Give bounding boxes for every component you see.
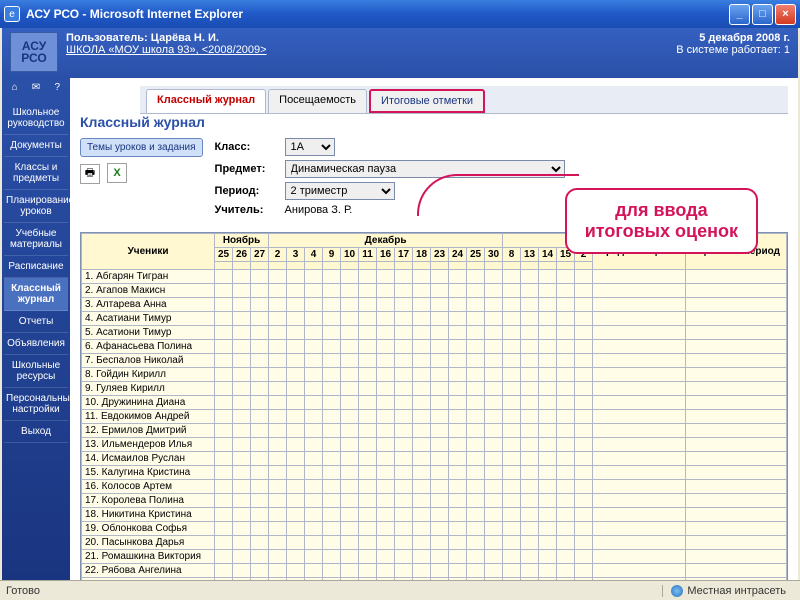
main-content: Классный журналПосещаемостьИтоговые отме… — [70, 78, 798, 580]
table-row: 5. Асатиони Тимур — [82, 326, 787, 340]
status-done: Готово — [6, 585, 40, 597]
ie-icon: e — [4, 6, 20, 22]
mail-icon[interactable]: ✉ — [28, 82, 44, 98]
help-icon[interactable]: ? — [49, 82, 65, 98]
sidebar-item[interactable]: Планирование уроков — [4, 190, 68, 223]
sidebar-item[interactable]: Расписание — [4, 256, 68, 278]
table-row: 16. Колосов Артем — [82, 480, 787, 494]
table-row: 12. Ермилов Дмитрий — [82, 424, 787, 438]
sidebar-item[interactable]: Персональные настройки — [4, 388, 68, 421]
sidebar-item[interactable]: Школьные ресурсы — [4, 355, 68, 388]
grade-grid: УченикиНоябрьДекабрь Средняя оценкаОценк… — [80, 232, 788, 580]
tabs: Классный журналПосещаемостьИтоговые отме… — [140, 86, 788, 114]
page-title: Классный журнал — [80, 114, 788, 130]
app-header: АСУ РСО Пользователь: Царёва Н. И. ШКОЛА… — [2, 28, 798, 78]
table-row: 13. Ильмендеров Илья — [82, 438, 787, 452]
sidebar-item[interactable]: Отчеты — [4, 311, 68, 333]
table-row: 6. Афанасьева Полина — [82, 340, 787, 354]
table-row: 17. Королева Полина — [82, 494, 787, 508]
print-icon[interactable]: 🖶 — [80, 164, 100, 184]
period-label: Период: — [215, 185, 285, 197]
table-row: 8. Гойдин Кирилл — [82, 368, 787, 382]
table-row: 10. Дружинина Диана — [82, 396, 787, 410]
window-titlebar: e АСУ РСО - Microsoft Internet Explorer … — [0, 0, 800, 28]
sidebar-item[interactable]: Объявления — [4, 333, 68, 355]
table-row: 3. Алтарева Анна — [82, 298, 787, 312]
close-button[interactable]: × — [775, 4, 796, 25]
sidebar-item[interactable]: Выход — [4, 421, 68, 443]
table-row: 14. Исмаилов Руслан — [82, 452, 787, 466]
home-icon[interactable]: ⌂ — [7, 82, 23, 98]
table-row: 2. Агапов Макисн — [82, 284, 787, 298]
table-row: 22. Рябова Ангелина — [82, 564, 787, 578]
period-select[interactable]: 2 триместр — [285, 182, 395, 200]
annotation-callout: для ввода итоговых оценок — [565, 188, 758, 254]
app-logo: АСУ РСО — [10, 32, 58, 72]
school-link[interactable]: ШКОЛА «МОУ школа 93», <2008/2009> — [66, 44, 267, 56]
tab-final[interactable]: Итоговые отметки — [369, 89, 485, 113]
sidebar-item[interactable]: Документы — [4, 135, 68, 157]
excel-icon[interactable]: X — [107, 163, 127, 183]
class-select[interactable]: 1А — [285, 138, 335, 156]
table-row: 19. Облонкова Софья — [82, 522, 787, 536]
tab-journal[interactable]: Классный журнал — [146, 89, 266, 113]
window-title: АСУ РСО - Microsoft Internet Explorer — [26, 7, 727, 21]
subject-label: Предмет: — [215, 163, 285, 175]
sidebar-item[interactable]: Классный журнал — [4, 278, 68, 311]
table-row: 4. Асатиани Тимур — [82, 312, 787, 326]
minimize-button[interactable]: _ — [729, 4, 750, 25]
table-row: 21. Ромашкина Виктория — [82, 550, 787, 564]
lessons-button[interactable]: Темы уроков и задания — [80, 138, 203, 157]
sidebar-item[interactable]: Школьное руководство — [4, 102, 68, 135]
globe-icon — [671, 585, 683, 597]
sidebar: ⌂ ✉ ? Школьное руководствоДокументыКласс… — [2, 78, 70, 580]
table-row: 11. Евдокимов Андрей — [82, 410, 787, 424]
sidebar-item[interactable]: Учебные материалы — [4, 223, 68, 256]
table-row: 20. Пасынкова Дарья — [82, 536, 787, 550]
teacher-label: Учитель: — [215, 204, 285, 216]
statusbar: Готово Местная интрасеть — [0, 580, 800, 600]
table-row: 15. Калугина Кристина — [82, 466, 787, 480]
sidebar-item[interactable]: Классы и предметы — [4, 157, 68, 190]
table-row: 7. Беспалов Николай — [82, 354, 787, 368]
table-row: 1. Абгарян Тигран — [82, 270, 787, 284]
status-zone: Местная интрасеть — [662, 585, 794, 597]
teacher-value: Анирова З. Р. — [285, 204, 353, 216]
table-row: 18. Никитина Кристина — [82, 508, 787, 522]
tab-attendance[interactable]: Посещаемость — [268, 89, 367, 113]
table-row: 9. Гуляев Кирилл — [82, 382, 787, 396]
maximize-button[interactable]: □ — [752, 4, 773, 25]
class-label: Класс: — [215, 141, 285, 153]
